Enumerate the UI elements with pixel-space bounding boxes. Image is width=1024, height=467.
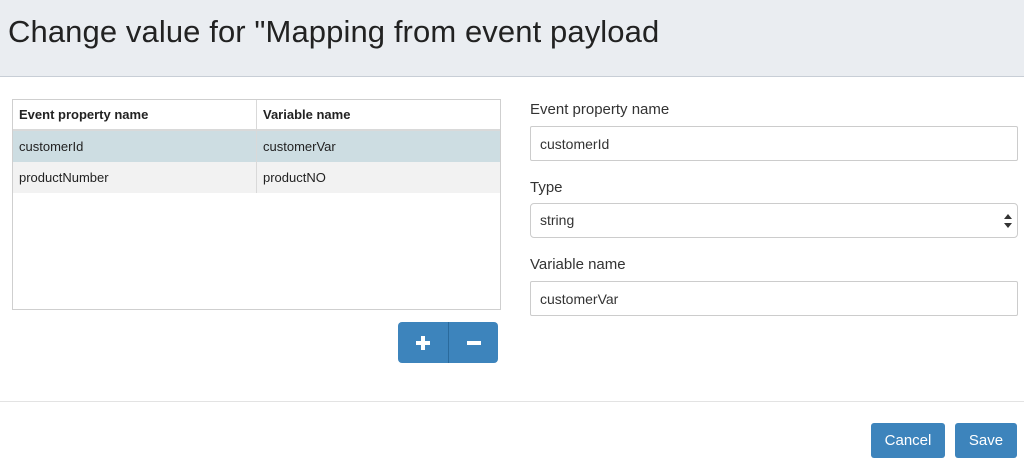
variable-name-label: Variable name [530, 256, 626, 273]
remove-row-button[interactable] [448, 322, 498, 363]
table-row[interactable]: productNumber productNO [13, 162, 500, 193]
event-property-input[interactable] [530, 126, 1018, 161]
column-header-variable[interactable]: Variable name [257, 100, 500, 129]
table-row[interactable]: customerId customerVar [13, 131, 500, 162]
event-property-cell: productNumber [13, 162, 257, 193]
add-row-button[interactable] [398, 322, 448, 363]
event-property-label: Event property name [530, 101, 670, 118]
minus-icon [466, 336, 481, 350]
cancel-button[interactable]: Cancel [871, 423, 945, 458]
dialog-header: Change value for "Mapping from event pay… [0, 0, 1024, 77]
table-header: Event property name Variable name [13, 100, 500, 131]
type-label: Type [530, 179, 563, 196]
footer-divider [0, 401, 1024, 402]
plus-icon [416, 335, 430, 350]
type-select[interactable]: string [530, 203, 1018, 238]
mapping-table: Event property name Variable name custom… [12, 99, 501, 310]
row-actions [398, 322, 498, 363]
select-arrows-icon [1004, 214, 1012, 228]
variable-cell: productNO [263, 170, 326, 185]
type-select-value: string [540, 212, 575, 228]
save-button[interactable]: Save [955, 423, 1017, 458]
dialog-title: Change value for "Mapping from event pay… [8, 14, 660, 49]
variable-cell: customerVar [263, 139, 336, 154]
column-header-event-property[interactable]: Event property name [13, 100, 257, 129]
variable-name-input[interactable] [530, 281, 1018, 316]
event-property-cell: customerId [13, 131, 257, 162]
